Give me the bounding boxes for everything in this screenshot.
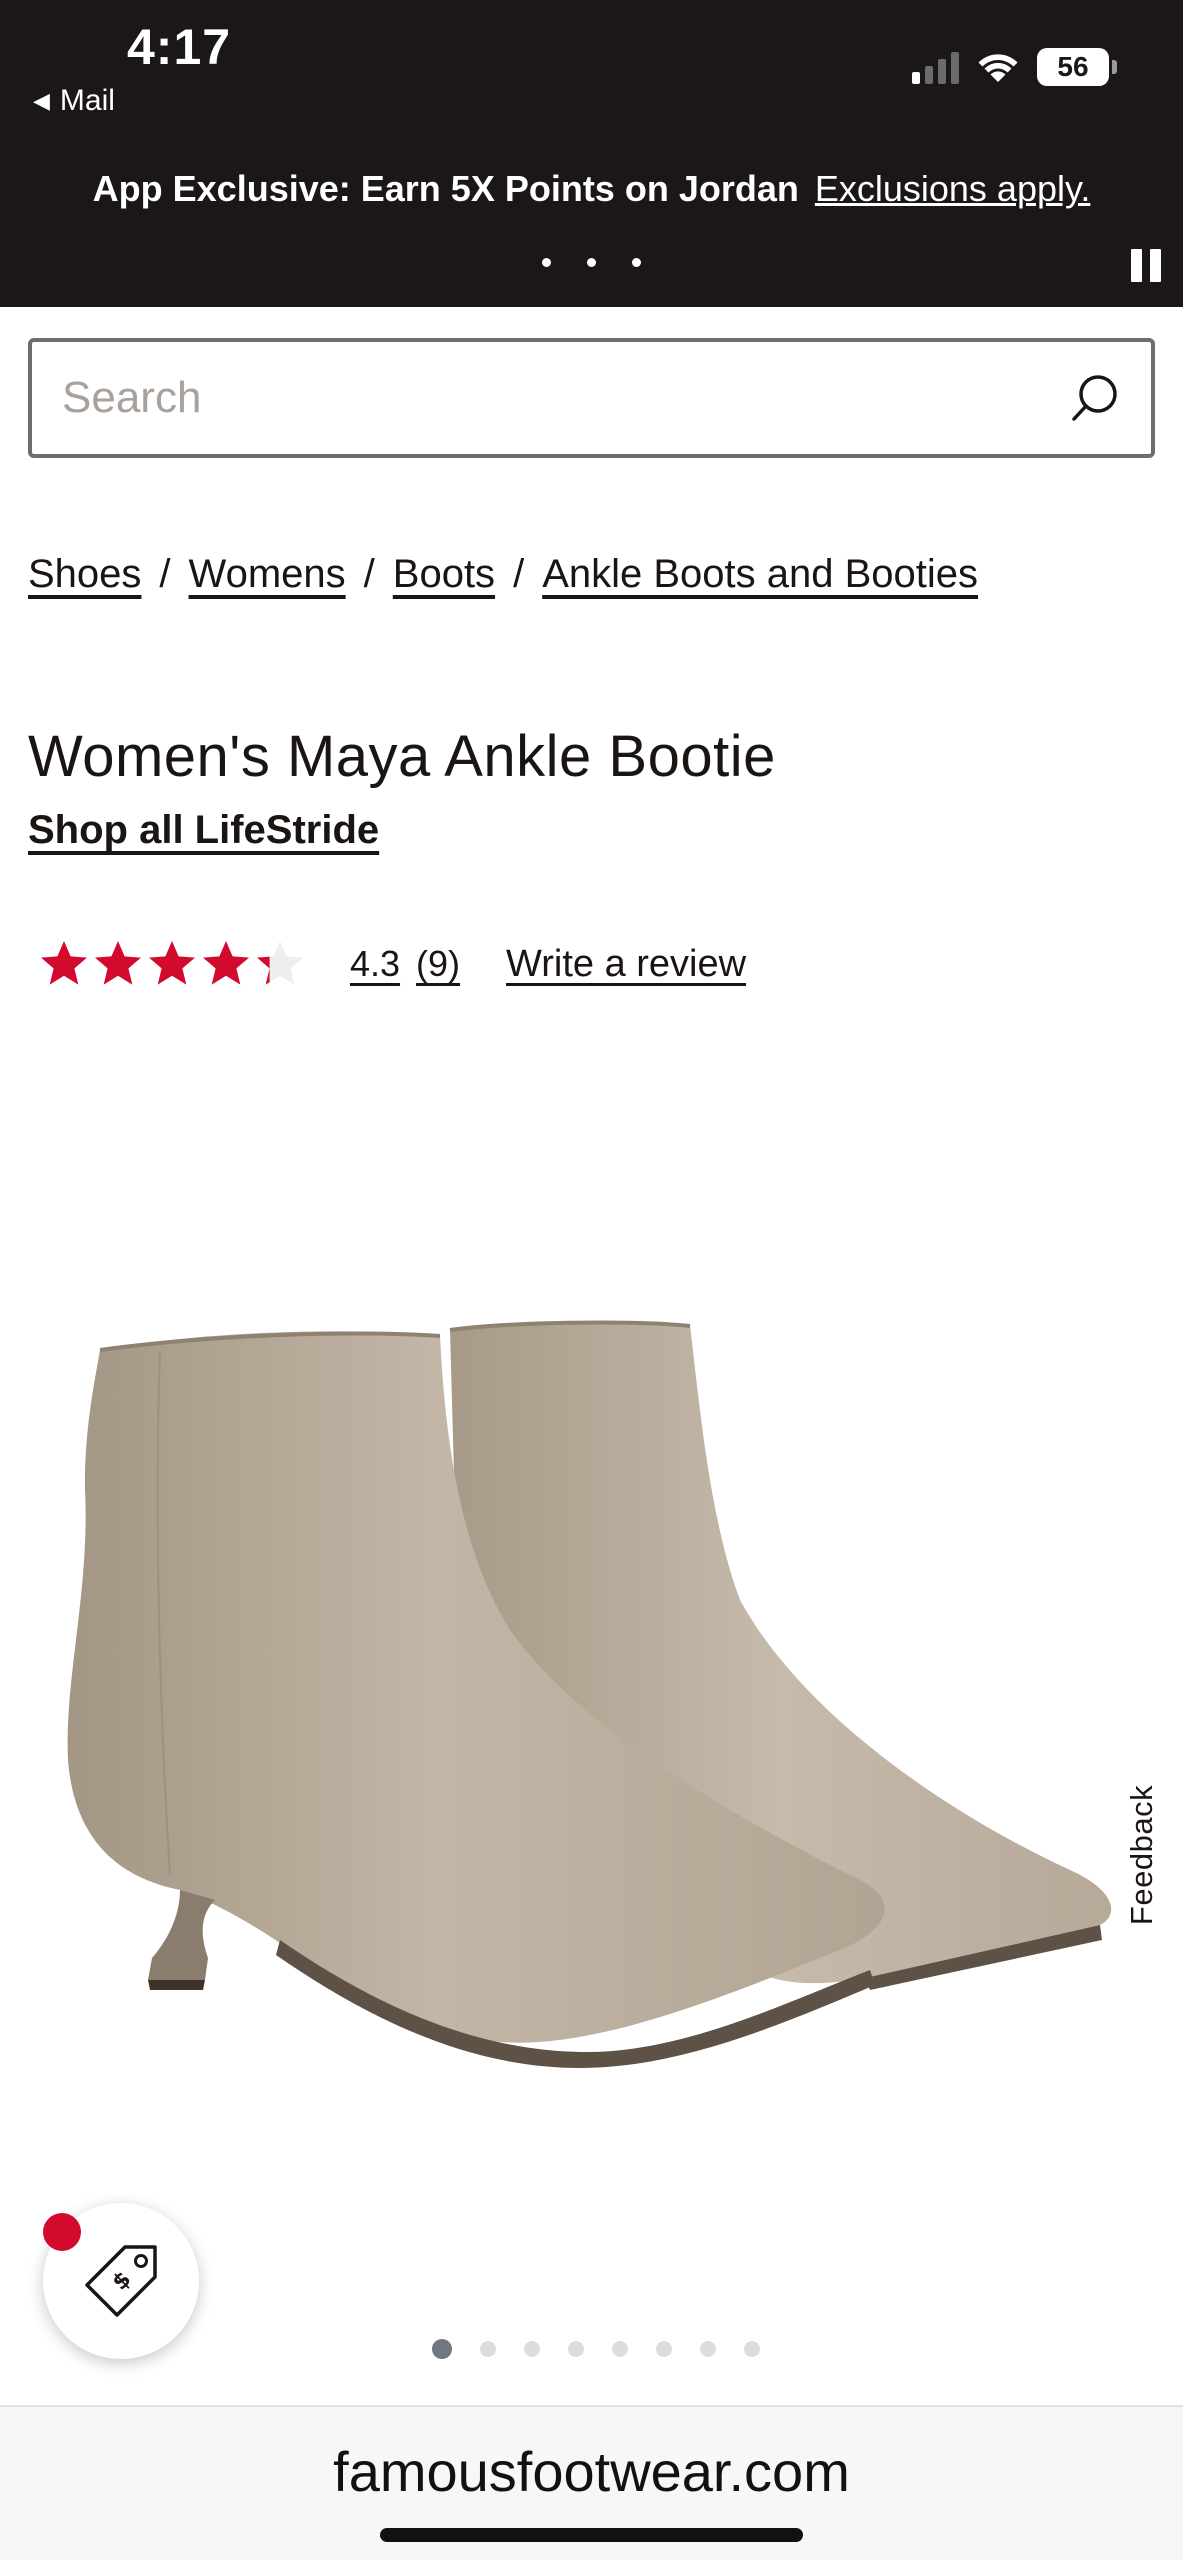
image-carousel-dots	[0, 2339, 1183, 2359]
back-arrow-icon: ◀	[33, 88, 50, 113]
promo-carousel-dots	[0, 258, 1183, 267]
breadcrumb: Shoes / Womens / Boots / Ankle Boots and…	[28, 552, 978, 597]
notification-badge	[43, 2213, 81, 2251]
home-indicator	[380, 2528, 803, 2542]
star-icon	[95, 941, 141, 985]
feedback-label: Feedback	[1124, 1784, 1160, 1926]
carousel-dot[interactable]	[611, 2341, 628, 2357]
write-review-link[interactable]: Write a review	[506, 943, 746, 986]
search-icon[interactable]	[1065, 368, 1125, 428]
browser-url-bar[interactable]: famousfootwear.com	[0, 2405, 1183, 2560]
product-image[interactable]	[40, 1290, 1140, 2110]
breadcrumb-ankle-boots[interactable]: Ankle Boots and Booties	[542, 552, 978, 597]
carousel-dot[interactable]	[523, 2341, 540, 2357]
rating-count[interactable]: (9)	[416, 943, 460, 985]
breadcrumb-separator: /	[513, 552, 525, 596]
promo-text: App Exclusive: Earn 5X Points on Jordan	[92, 168, 799, 209]
status-time: 4:17	[127, 19, 232, 75]
carousel-dot[interactable]	[743, 2341, 760, 2357]
carousel-dot[interactable]	[699, 2341, 716, 2357]
star-icon	[149, 941, 195, 985]
carousel-dot[interactable]	[479, 2341, 496, 2357]
back-to-mail-button[interactable]: ◀ Mail	[33, 84, 115, 118]
product-rating: 4.3 (9) Write a review	[38, 938, 746, 990]
carousel-dot[interactable]	[655, 2341, 672, 2357]
star-icon	[257, 941, 303, 985]
promo-exclusions-link[interactable]: Exclusions apply.	[815, 168, 1090, 209]
back-app-label: Mail	[59, 84, 115, 117]
product-title: Women's Maya Ankle Bootie	[28, 724, 776, 789]
breadcrumb-womens[interactable]: Womens	[189, 552, 346, 597]
rating-value[interactable]: 4.3	[350, 943, 400, 985]
star-icon	[203, 941, 249, 985]
price-tag-icon: $	[85, 2245, 157, 2317]
star-icon	[41, 941, 87, 985]
svg-text:$: $	[108, 2267, 137, 2296]
search-input[interactable]	[62, 373, 1065, 423]
battery-icon: 56	[1037, 48, 1117, 86]
promo-dot[interactable]	[587, 258, 596, 267]
wifi-icon	[978, 54, 1018, 82]
promo-dot[interactable]	[542, 258, 551, 267]
carousel-dot[interactable]	[567, 2341, 584, 2357]
promo-dot[interactable]	[632, 258, 641, 267]
breadcrumb-separator: /	[159, 552, 171, 596]
top-header: 4:17 ◀ Mail 56 App Exclusive: Earn 5X Po…	[0, 0, 1183, 307]
feedback-tab[interactable]: Feedback	[1112, 1760, 1172, 1950]
star-rating[interactable]	[38, 938, 306, 990]
promo-banner[interactable]: App Exclusive: Earn 5X Points on Jordan …	[0, 168, 1183, 210]
url-domain[interactable]: famousfootwear.com	[0, 2439, 1183, 2504]
search-bar	[28, 338, 1155, 458]
carousel-dot[interactable]	[431, 2339, 452, 2359]
status-icons: 56	[912, 44, 1117, 90]
breadcrumb-boots[interactable]: Boots	[393, 552, 495, 597]
breadcrumb-separator: /	[363, 552, 375, 596]
shop-brand-link[interactable]: Shop all LifeStride	[28, 808, 379, 853]
breadcrumb-shoes[interactable]: Shoes	[28, 552, 141, 597]
pause-icon[interactable]	[1131, 249, 1161, 282]
cellular-signal-icon	[912, 50, 959, 84]
